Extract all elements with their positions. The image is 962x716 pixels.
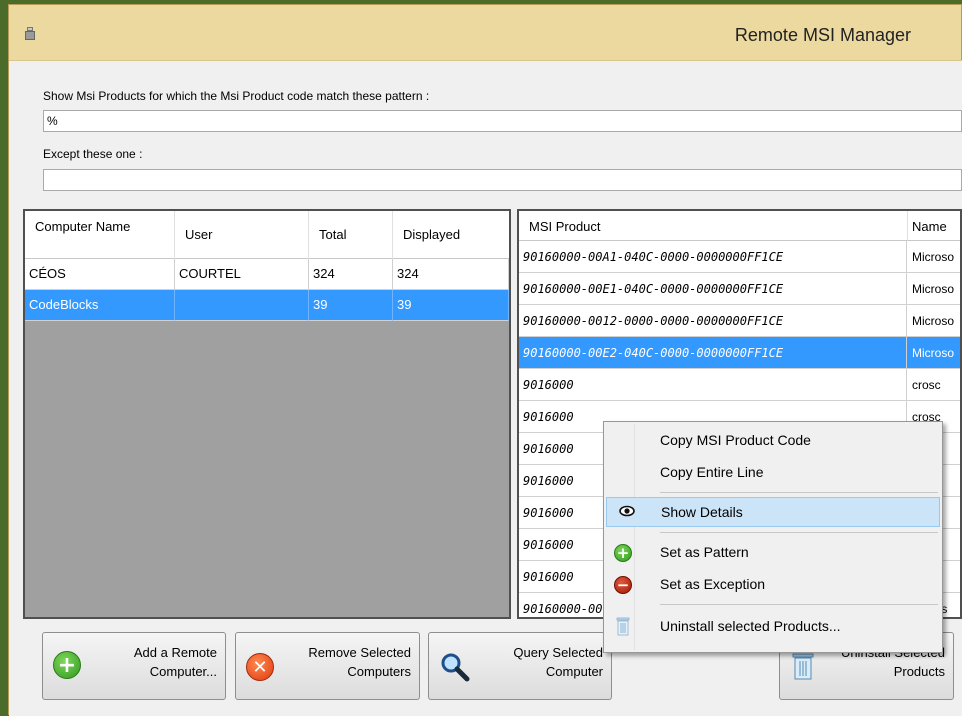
- trash-icon: [616, 616, 630, 639]
- cell-name: Microso: [912, 282, 955, 296]
- menu-item-set-as-exception[interactable]: − Set as Exception: [606, 570, 940, 600]
- button-label: Computer: [545, 664, 603, 679]
- table-row[interactable]: 90160000-00E1-040C-0000-0000000FF1CE Micr…: [519, 273, 960, 305]
- button-label: Computers: [347, 664, 411, 679]
- menu-item-label: Set as Pattern: [660, 544, 749, 560]
- col-name[interactable]: Name: [908, 211, 960, 241]
- cell-displayed: 324: [393, 259, 509, 290]
- menu-item-label: Uninstall selected Products...: [660, 618, 841, 634]
- button-label: Add a Remote: [133, 645, 217, 660]
- cell-computer-name: CodeBlocks: [25, 290, 175, 321]
- menu-separator: [660, 604, 938, 605]
- menu-separator: [660, 492, 938, 493]
- add-remote-computer-button[interactable]: + Add a Remote Computer...: [42, 632, 226, 700]
- cell-msi-product: 90160000-00E2-040C-0000-0000000FF1CE: [519, 337, 907, 369]
- remove-icon: ✕: [246, 653, 274, 681]
- menu-item-label: Show Details: [661, 504, 743, 520]
- cell-computer-name: CÉOS: [25, 259, 175, 290]
- table-row[interactable]: 90160000-00E2-040C-0000-0000000FF1CE Micr…: [519, 337, 960, 369]
- col-displayed[interactable]: Displayed: [393, 211, 509, 259]
- button-label: Products: [893, 664, 945, 679]
- table-row[interactable]: CÉOS COURTEL 324 324: [25, 259, 509, 290]
- client-area: Show Msi Products for which the Msi Prod…: [9, 60, 962, 716]
- menu-item-uninstall-selected-products[interactable]: Uninstall selected Products...: [606, 612, 940, 642]
- menu-separator: [660, 532, 938, 533]
- pattern-label: Show Msi Products for which the Msi Prod…: [43, 89, 430, 103]
- app-window: Remote MSI Manager Show Msi Products for…: [8, 4, 962, 716]
- button-label: Query Selected: [513, 645, 603, 660]
- menu-item-copy-entire-line[interactable]: Copy Entire Line: [606, 458, 940, 488]
- table-row[interactable]: 9016000 crosc: [519, 369, 960, 401]
- cell-msi-product: 9016000: [519, 369, 907, 401]
- col-user[interactable]: User: [175, 211, 309, 259]
- cell-total: 39: [309, 290, 393, 321]
- remove-selected-computers-button[interactable]: ✕ Remove Selected Computers: [235, 632, 420, 700]
- menu-item-show-details[interactable]: Show Details: [606, 497, 940, 527]
- cell-name: Microso: [912, 250, 955, 264]
- menu-item-label: Set as Exception: [660, 576, 766, 592]
- menu-item-copy-msi-product-code[interactable]: Copy MSI Product Code: [606, 426, 940, 456]
- col-total[interactable]: Total: [309, 211, 393, 259]
- table-row[interactable]: CodeBlocks 39 39: [25, 290, 509, 321]
- except-label: Except these one :: [43, 147, 143, 161]
- cell-msi-product: 90160000-00A1-040C-0000-0000000FF1CE: [519, 241, 907, 273]
- pattern-input[interactable]: %: [43, 110, 962, 132]
- cell-msi-product: 90160000-0012-0000-0000-0000000FF1CE: [519, 305, 907, 337]
- col-computer-name[interactable]: Computer Name: [25, 211, 175, 259]
- cell-name: crosc: [912, 378, 941, 392]
- magnifier-icon: [439, 651, 471, 686]
- add-icon: +: [614, 544, 632, 562]
- window-title: Remote MSI Manager: [734, 25, 911, 45]
- button-label: Computer...: [149, 664, 217, 679]
- cell-name: Microso: [912, 314, 955, 328]
- cell-user: COURTEL: [175, 259, 309, 290]
- cell-msi-product: 90160000-00E1-040C-0000-0000000FF1CE: [519, 273, 907, 305]
- add-icon: +: [53, 651, 81, 679]
- computers-grid-header: Computer Name User Total Displayed: [25, 211, 509, 259]
- menu-item-set-as-pattern[interactable]: + Set as Pattern: [606, 538, 940, 568]
- context-menu: Copy MSI Product Code Copy Entire Line S…: [603, 421, 943, 653]
- cell-total: 324: [309, 259, 393, 290]
- button-label: Remove Selected: [308, 645, 411, 660]
- trash-icon: [792, 651, 814, 684]
- minus-icon: −: [614, 576, 632, 594]
- query-selected-computer-button[interactable]: Query Selected Computer: [428, 632, 612, 700]
- col-msi-product[interactable]: MSI Product: [519, 211, 908, 241]
- eye-icon: [619, 504, 635, 521]
- cell-name: Microso: [912, 346, 955, 360]
- table-row[interactable]: 90160000-0012-0000-0000-0000000FF1CE Micr…: [519, 305, 960, 337]
- except-input[interactable]: [43, 169, 962, 191]
- table-row[interactable]: 90160000-00A1-040C-0000-0000000FF1CE Micr…: [519, 241, 960, 273]
- computers-grid[interactable]: Computer Name User Total Displayed CÉOS …: [23, 209, 511, 619]
- cell-user: [175, 290, 309, 321]
- title-bar[interactable]: Remote MSI Manager: [9, 5, 961, 59]
- cell-displayed: 39: [393, 290, 509, 321]
